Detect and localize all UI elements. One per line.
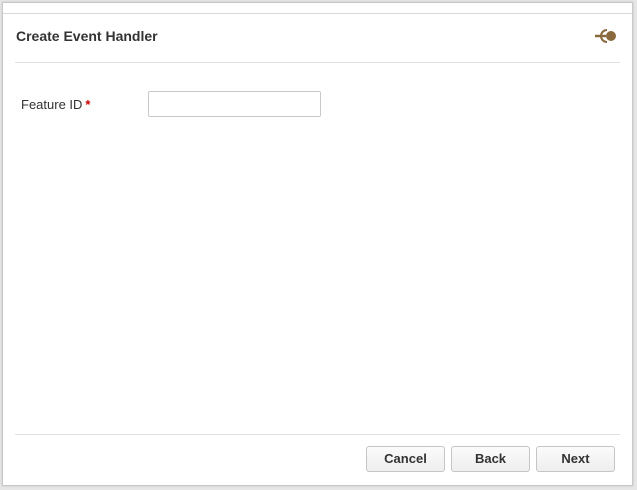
footer-divider <box>15 434 620 435</box>
feature-id-row: Feature ID * <box>21 91 341 117</box>
cancel-button[interactable]: Cancel <box>366 446 445 472</box>
feature-id-input[interactable] <box>148 91 321 117</box>
dialog-header: Create Event Handler <box>15 15 620 63</box>
dialog-title: Create Event Handler <box>16 28 158 44</box>
feature-id-label: Feature ID * <box>21 97 90 112</box>
next-button[interactable]: Next <box>536 446 615 472</box>
feature-id-label-text: Feature ID <box>21 97 83 112</box>
required-marker: * <box>85 97 91 112</box>
wizard-step-icon[interactable] <box>594 26 618 46</box>
create-event-handler-dialog: Create Event Handler Feature ID * <box>2 2 633 486</box>
back-button[interactable]: Back <box>451 446 530 472</box>
top-divider <box>3 13 632 14</box>
